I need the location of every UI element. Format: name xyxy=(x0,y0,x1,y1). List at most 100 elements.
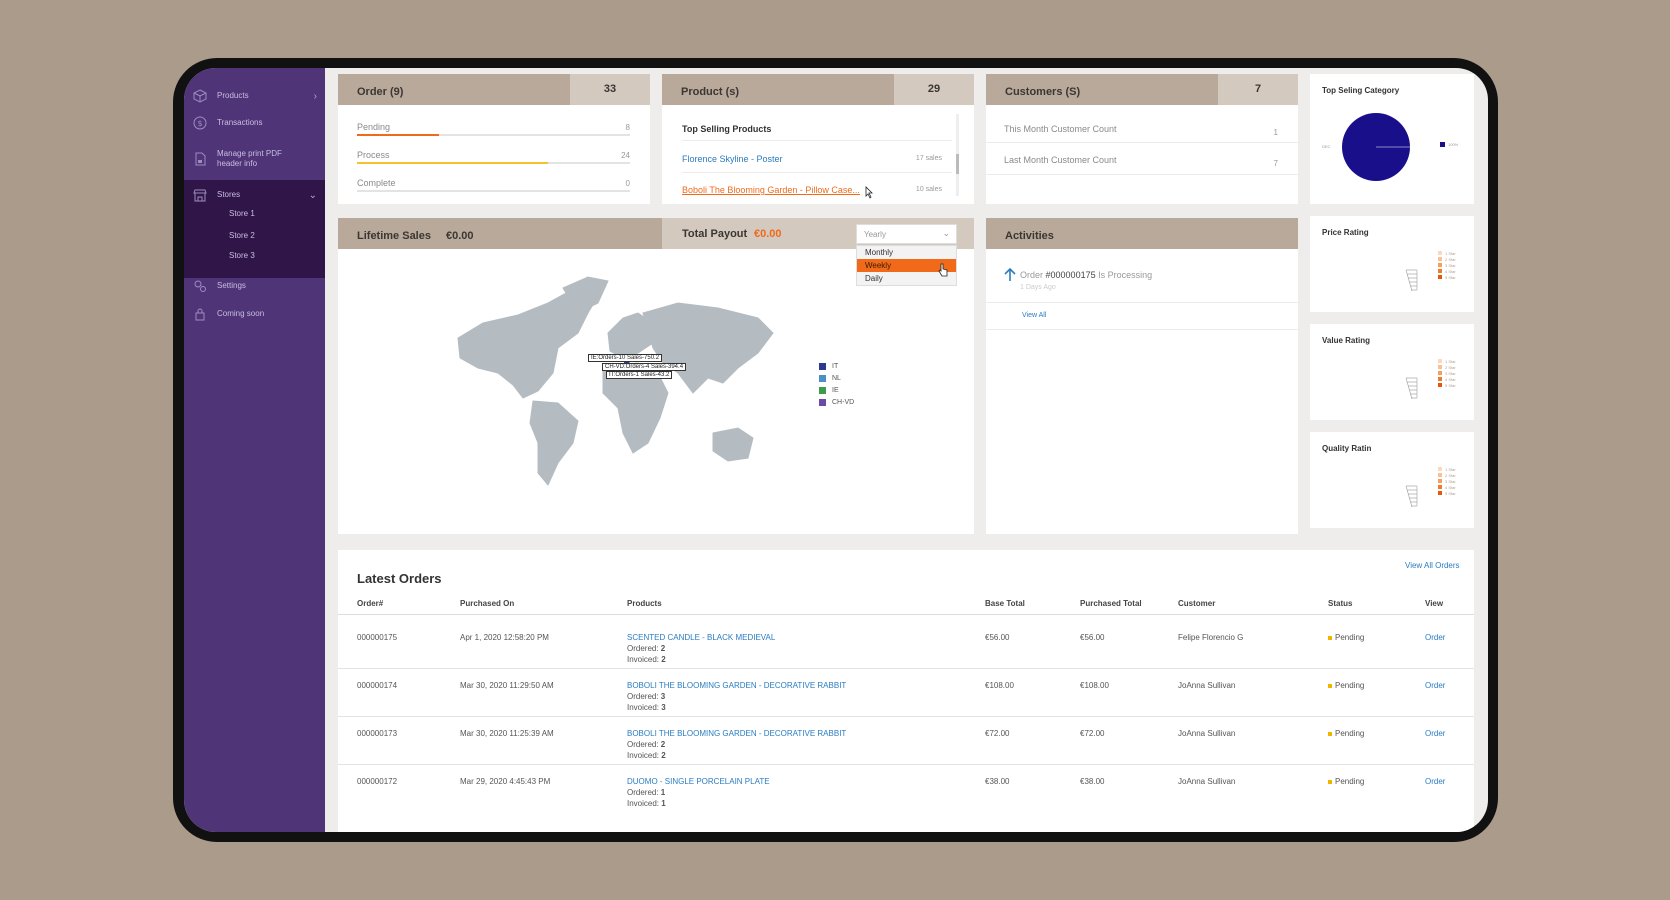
this-month-customer-label: This Month Customer Count xyxy=(1004,124,1117,134)
legend-label: 3 Star xyxy=(1445,478,1456,484)
orders-card: Order (9) 33 Pending 8 Process 24 Comple… xyxy=(338,74,650,204)
legend-swatch xyxy=(1438,257,1442,261)
category-pie-chart xyxy=(1342,113,1410,181)
view-order-link[interactable]: Order xyxy=(1425,729,1445,738)
map-tooltip: IT:Orders-1 Sales-43.2 xyxy=(606,371,673,379)
column-header-purchased-total[interactable]: Purchased Total xyxy=(1080,599,1142,608)
products-card: Product (s) 29 Top Selling Products Flor… xyxy=(662,74,974,204)
sidebar-item-label: Settings xyxy=(217,281,246,290)
store-icon xyxy=(193,189,207,202)
price-rating-card: Price Rating 1 Star 2 Star 3 Star 4 Star 5 S… xyxy=(1310,216,1474,312)
purchased-total: €72.00 xyxy=(1080,729,1105,738)
top-product-link[interactable]: Boboli The Blooming Garden - Pillow Case… xyxy=(682,185,860,195)
orders-pending-value: 8 xyxy=(625,123,630,132)
orders-pending-label: Pending xyxy=(357,122,391,132)
legend-swatch xyxy=(819,387,826,394)
sidebar-item-pdf-header[interactable]: Manage print PDF header info xyxy=(184,141,325,177)
scrollbar[interactable] xyxy=(956,114,959,196)
activities-view-all-link[interactable]: View All xyxy=(1022,312,1046,319)
legend-swatch xyxy=(1438,377,1442,381)
product-link[interactable]: DUOMO - SINGLE PORCELAIN PLATE xyxy=(627,777,770,786)
sidebar-item-coming-soon[interactable]: Coming soon xyxy=(184,299,325,329)
legend-label: 5 Star xyxy=(1445,490,1456,496)
legend-swatch xyxy=(1438,371,1442,375)
status-badge: Pending xyxy=(1328,777,1364,786)
customer-name: JoAnna Sullivan xyxy=(1178,777,1236,786)
activity-order-number[interactable]: #000000175 xyxy=(1046,270,1096,280)
sidebar-item-products[interactable]: Products › xyxy=(184,81,325,111)
invoiced-qty: Invoiced: 2 xyxy=(627,751,666,760)
legend-label: 4 Star xyxy=(1445,268,1456,274)
rating-legend-item: 5 Star xyxy=(1438,274,1456,280)
legend-swatch xyxy=(819,375,826,382)
column-header-status[interactable]: Status xyxy=(1328,599,1352,608)
period-select[interactable]: Yearly ⌄ xyxy=(856,224,957,244)
product-link[interactable]: BOBOLI THE BLOOMING GARDEN - DECORATIVE … xyxy=(627,729,846,738)
divider xyxy=(682,172,952,173)
quality-rating-card: Quality Ratin 1 Star 2 Star 3 Star 4 Star 5 … xyxy=(1310,432,1474,528)
purchased-total: €56.00 xyxy=(1080,633,1105,642)
customers-card: Customers (S) 7 This Month Customer Coun… xyxy=(986,74,1298,204)
orders-card-header: Order (9) xyxy=(338,74,570,105)
orders-process-value: 24 xyxy=(621,151,630,160)
row-divider xyxy=(338,764,1474,765)
customers-card-header: Customers (S) xyxy=(986,74,1218,105)
order-number: 000000172 xyxy=(357,777,398,786)
product-link[interactable]: SCENTED CANDLE - BLACK MEDIEVAL xyxy=(627,633,775,642)
sidebar-store-3[interactable]: Store 3 xyxy=(229,251,255,260)
orders-card-count: 33 xyxy=(570,74,650,105)
view-all-orders-link[interactable]: View All Orders xyxy=(1405,561,1460,570)
rating-chart-icon xyxy=(1405,269,1418,292)
column-header-customer[interactable]: Customer xyxy=(1178,599,1215,608)
legend-swatch xyxy=(1438,365,1442,369)
customer-name: JoAnna Sullivan xyxy=(1178,729,1236,738)
products-card-header: Product (s) xyxy=(662,74,894,105)
ordered-qty: Ordered: 1 xyxy=(627,788,666,797)
column-header-order[interactable]: Order# xyxy=(357,599,383,608)
column-header-view[interactable]: View xyxy=(1425,599,1443,608)
purchased-on: Mar 30, 2020 11:25:39 AM xyxy=(460,729,554,738)
sidebar-item-label: Transactions xyxy=(217,118,263,127)
sidebar-item-stores[interactable]: Stores ⌄ xyxy=(184,180,325,210)
column-header-purchased-on[interactable]: Purchased On xyxy=(460,599,514,608)
sidebar-store-1[interactable]: Store 1 xyxy=(229,209,255,218)
customers-card-count: 7 xyxy=(1218,74,1298,105)
sidebar-store-2[interactable]: Store 2 xyxy=(229,231,255,240)
legend-swatch xyxy=(1438,467,1442,471)
table-header-divider xyxy=(338,614,1474,615)
sidebar-item-transactions[interactable]: $ Transactions xyxy=(184,108,325,138)
order-number: 000000175 xyxy=(357,633,398,642)
orders-card-title: Order (9) xyxy=(357,86,404,98)
sidebar: Products › $ Transactions Manage print P… xyxy=(184,68,325,832)
view-order-link[interactable]: Order xyxy=(1425,633,1445,642)
view-order-link[interactable]: Order xyxy=(1425,681,1445,690)
legend-label: 1 Star xyxy=(1445,466,1456,472)
product-link[interactable]: BOBOLI THE BLOOMING GARDEN - DECORATIVE … xyxy=(627,681,846,690)
activities-card-header: Activities xyxy=(986,218,1298,249)
lock-icon xyxy=(195,308,205,321)
top-product-link[interactable]: Florence Skyline - Poster xyxy=(682,154,783,164)
column-header-base-total[interactable]: Base Total xyxy=(985,599,1025,608)
invoiced-qty: Invoiced: 1 xyxy=(627,799,666,808)
price-rating-title: Price Rating xyxy=(1322,228,1369,237)
sidebar-item-settings[interactable]: Settings xyxy=(184,271,325,301)
top-product-sales: 17 sales xyxy=(915,155,942,162)
products-card-count: 29 xyxy=(894,74,974,105)
orders-process-bar xyxy=(357,162,630,164)
column-header-products[interactable]: Products xyxy=(627,599,662,608)
lifetime-sales-label: Lifetime Sales xyxy=(357,230,431,242)
activity-prefix: Order xyxy=(1020,270,1044,280)
legend-swatch xyxy=(819,363,826,370)
legend-label: IE xyxy=(832,387,839,394)
products-card-title: Product (s) xyxy=(681,86,740,98)
legend-swatch xyxy=(1440,142,1445,147)
period-option-monthly[interactable]: Monthly xyxy=(857,246,956,259)
top-selling-category-title: Top Seling Category xyxy=(1322,86,1400,95)
view-order-link[interactable]: Order xyxy=(1425,777,1445,786)
purchased-on: Mar 29, 2020 4:45:43 PM xyxy=(460,777,551,786)
legend-label: 2 Star xyxy=(1445,472,1456,478)
sidebar-item-label: Coming soon xyxy=(217,309,265,318)
legend-label: 5 Star xyxy=(1445,382,1456,388)
chevron-right-icon: › xyxy=(313,90,317,102)
status-dot-icon xyxy=(1328,779,1332,784)
